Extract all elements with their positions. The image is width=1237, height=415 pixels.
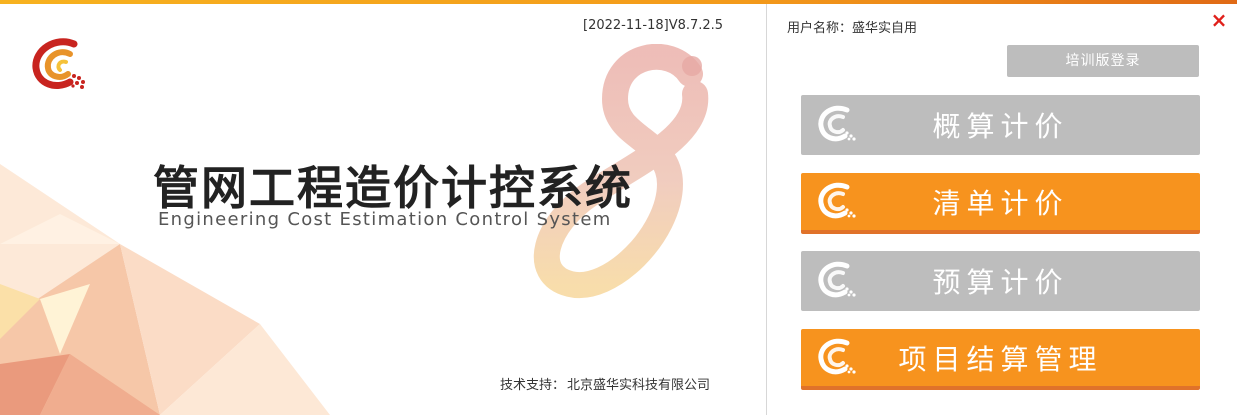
budget-pricing-button[interactable]: 预算计价 (801, 251, 1200, 311)
login-window: [2022-11-18]V8.7.2.5 管网工程造价计控系统 Engineer… (0, 0, 1237, 415)
username-label: 用户名称： (787, 21, 853, 36)
username-value: 盛华实自用 (852, 21, 918, 36)
project-settlement-button[interactable]: 项目结算管理 (801, 329, 1200, 390)
training-login-button[interactable]: 培训版登录 (1007, 45, 1199, 77)
support-label: 技术支持： (500, 378, 566, 393)
button-label: 概算计价 (932, 110, 1069, 143)
username-display: 用户名称：盛华实自用 (787, 17, 917, 36)
tech-support-text: 技术支持： 北京盛华实科技有限公司 (500, 374, 710, 393)
button-label: 项目结算管理 (898, 342, 1103, 376)
estimate-pricing-button[interactable]: 概算计价 (801, 95, 1200, 155)
button-label: 预算计价 (932, 266, 1069, 299)
button-label: 清单计价 (932, 186, 1069, 220)
support-company: 北京盛华实科技有限公司 (567, 378, 711, 393)
company-logo-icon (32, 38, 85, 89)
close-icon[interactable]: × (1209, 10, 1229, 30)
product-title-en: Engineering Cost Estimation Control Syst… (158, 209, 612, 230)
brand-panel: [2022-11-18]V8.7.2.5 管网工程造价计控系统 Engineer… (0, 4, 766, 415)
action-panel: 用户名称：盛华实自用 × 培训版登录 概算计价 清单计价 预算计价 项目结算管理 (767, 4, 1237, 415)
version-text: [2022-11-18]V8.7.2.5 (583, 18, 724, 33)
bill-pricing-button[interactable]: 清单计价 (801, 173, 1200, 234)
